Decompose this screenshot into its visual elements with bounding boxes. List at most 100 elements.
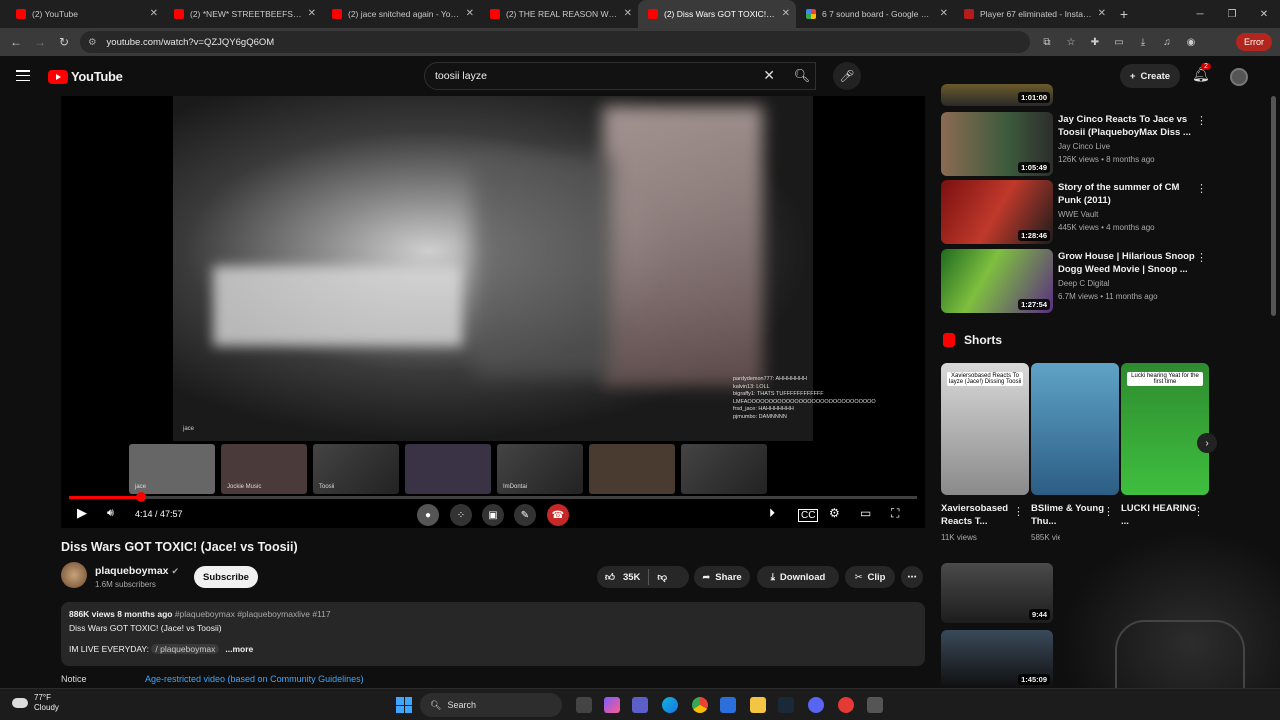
grid-icon[interactable]: ⁘	[450, 504, 472, 526]
description-box[interactable]: 886K views 8 months ago #plaqueboymax #p…	[61, 602, 925, 666]
windows-start-icon[interactable]	[396, 697, 412, 713]
progress-bar[interactable]	[69, 492, 917, 502]
search-input[interactable]: toosii layze ✕	[424, 62, 816, 90]
address-bar[interactable]: ⚙ youtube.com/watch?v=QZJQY6gQ6OM	[80, 31, 1030, 53]
app-icon[interactable]	[838, 697, 854, 713]
minimize-icon[interactable]: ─	[1184, 0, 1216, 28]
teams-icon[interactable]	[632, 697, 648, 713]
steam-icon[interactable]	[778, 697, 794, 713]
clip-button[interactable]: ✂ Clip	[845, 566, 895, 588]
hashtags[interactable]: #plaqueboymax #plaqueboymaxlive #117	[175, 609, 331, 619]
chevron-right-icon[interactable]: ›	[1197, 433, 1217, 453]
kebab-menu-icon[interactable]: ⋮	[1103, 505, 1114, 518]
kebab-menu-icon[interactable]: ⋮	[1196, 182, 1207, 195]
video-title[interactable]: Story of the summer of CM Punk (2011)	[1058, 182, 1198, 207]
end-call-icon[interactable]: ☎	[547, 504, 569, 526]
kebab-menu-icon[interactable]: ⋮	[1196, 114, 1207, 127]
channel-name[interactable]: WWE Vault	[1058, 210, 1098, 219]
recommended-video-thumbnail[interactable]: 9:44	[941, 563, 1053, 623]
short-title[interactable]: LUCKI HEARING ...	[1121, 502, 1197, 528]
captions-icon[interactable]: CC	[798, 509, 819, 522]
browser-tab[interactable]: 6 7 sound board - Google Sear ✕	[796, 0, 954, 28]
camera-toggle-icon[interactable]: ●	[417, 504, 439, 526]
video-title[interactable]: Grow House | Hilarious Snoop Dogg Weed M…	[1058, 251, 1198, 276]
theater-mode-icon[interactable]: ▭	[860, 506, 871, 520]
browser-tab[interactable]: (2) YouTube ✕	[6, 0, 164, 28]
site-info-icon[interactable]: ⚙	[88, 37, 97, 48]
short-thumbnail[interactable]: Xaviersobased Reacts To Iayze (Jace!) Di…	[941, 363, 1029, 495]
new-tab-button[interactable]: +	[1112, 0, 1136, 28]
browser-tab[interactable]: Player 67 eliminated - Instant S ✕	[954, 0, 1112, 28]
video-title[interactable]: Jay Cinco Reacts To Jace vs Toosii (Plaq…	[1058, 114, 1198, 139]
forward-icon[interactable]: →	[28, 35, 52, 49]
short-title[interactable]: Xaviersobased Reacts T...	[941, 502, 1017, 528]
like-button[interactable]: 👍︎ 35K	[605, 571, 640, 584]
subscribe-button[interactable]: Subscribe	[194, 566, 258, 588]
chrome-icon[interactable]	[692, 697, 708, 713]
taskbar-search[interactable]: 🔍︎ Search	[420, 693, 562, 717]
close-tab-icon[interactable]: ✕	[624, 8, 632, 19]
close-tab-icon[interactable]: ✕	[466, 8, 474, 19]
search-icon[interactable]: 🔍︎	[786, 62, 818, 90]
screen-share-icon[interactable]: ▣	[482, 504, 504, 526]
weather-widget[interactable]: 77°F Cloudy	[12, 693, 59, 713]
short-title[interactable]: BSlime & Young Thu...	[1031, 502, 1107, 528]
close-tab-icon[interactable]: ✕	[782, 8, 790, 19]
channel-name[interactable]: Jay Cinco Live	[1058, 142, 1110, 151]
scrollbar[interactable]	[1271, 96, 1276, 316]
channel-avatar[interactable]	[61, 562, 87, 588]
close-tab-icon[interactable]: ✕	[308, 8, 316, 19]
restore-icon[interactable]: ❐	[1216, 0, 1248, 28]
more-link[interactable]: ...more	[225, 644, 253, 654]
short-thumbnail[interactable]	[1031, 363, 1119, 495]
file-explorer-icon[interactable]	[750, 697, 766, 713]
mic-icon[interactable]: 🎤︎	[833, 62, 861, 90]
more-actions-icon[interactable]: ⋯	[901, 566, 923, 588]
age-restriction-link[interactable]: Age-restricted video (based on Community…	[145, 674, 364, 684]
download-icon[interactable]: ⤓	[1131, 37, 1155, 48]
profile-icon[interactable]: ◉	[1179, 37, 1203, 48]
short-thumbnail[interactable]: Lucki hearing Yeat for the first time	[1121, 363, 1209, 495]
video-player[interactable]: jace pardydemon777: AHHHHHHH kalvin13: L…	[61, 96, 925, 528]
channel-link[interactable]: / plaqueboymax	[151, 644, 220, 654]
recommended-video[interactable]: 1:05:49 Jay Cinco Reacts To Jace vs Toos…	[941, 112, 1211, 176]
close-tab-icon[interactable]: ✕	[150, 8, 158, 19]
discord-icon[interactable]	[808, 697, 824, 713]
recommended-video-partial[interactable]: 1:01:00	[941, 84, 1211, 106]
reload-icon[interactable]: ↻	[52, 35, 76, 49]
channel-name[interactable]: Deep C Digital	[1058, 279, 1110, 288]
share-button[interactable]: ➦ Share	[694, 566, 750, 588]
store-icon[interactable]	[720, 697, 736, 713]
task-view-icon[interactable]	[576, 697, 592, 713]
copilot-icon[interactable]	[604, 697, 620, 713]
recommended-video-thumbnail[interactable]: 1:45:09	[941, 630, 1053, 688]
account-avatar[interactable]	[1230, 68, 1248, 86]
volume-icon[interactable]: 🔊︎	[107, 507, 114, 520]
close-window-icon[interactable]: ✕	[1248, 0, 1280, 28]
browser-tab[interactable]: (2) THE REAL REASON WHY IA ✕	[480, 0, 638, 28]
play-icon[interactable]: ▶	[77, 505, 87, 521]
kebab-menu-icon[interactable]: ⋮	[1196, 251, 1207, 264]
download-button[interactable]: ⤓ Download	[757, 566, 839, 588]
channel-name[interactable]: plaqueboymax ✔	[95, 565, 179, 577]
clear-search-icon[interactable]: ✕	[763, 67, 775, 84]
autoplay-toggle-icon[interactable]: ⏵	[769, 506, 775, 521]
back-icon[interactable]: ←	[4, 35, 28, 49]
kebab-menu-icon[interactable]: ⋮	[1193, 505, 1204, 518]
youtube-logo[interactable]: YouTube	[48, 69, 123, 84]
menu-icon[interactable]	[16, 70, 30, 85]
browser-tab[interactable]: (2) *NEW* STREETBEEFS | Crazy ✕	[164, 0, 322, 28]
bookmark-star-icon[interactable]: ☆	[1059, 37, 1083, 48]
recommended-video[interactable]: 1:27:54 Grow House | Hilarious Snoop Dog…	[941, 249, 1211, 313]
sidebar-panel-icon[interactable]: ▭	[1107, 37, 1131, 48]
thumbs-down-icon[interactable]: 👎︎	[657, 571, 667, 583]
notifications-icon[interactable]: 🔔︎ 2	[1192, 63, 1211, 83]
browser-tab[interactable]: (2) jace snitched again - YouTu ✕	[322, 0, 480, 28]
extensions-icon[interactable]: ✚	[1083, 37, 1107, 48]
close-tab-icon[interactable]: ✕	[1098, 8, 1106, 19]
close-tab-icon[interactable]: ✕	[940, 8, 948, 19]
app-icon[interactable]	[867, 697, 883, 713]
fullscreen-icon[interactable]: ⛶	[891, 506, 899, 521]
browser-tab-active[interactable]: (2) Diss Wars GOT TOXIC! (Jace ✕	[638, 0, 796, 28]
media-icon[interactable]: ♫	[1155, 37, 1179, 48]
